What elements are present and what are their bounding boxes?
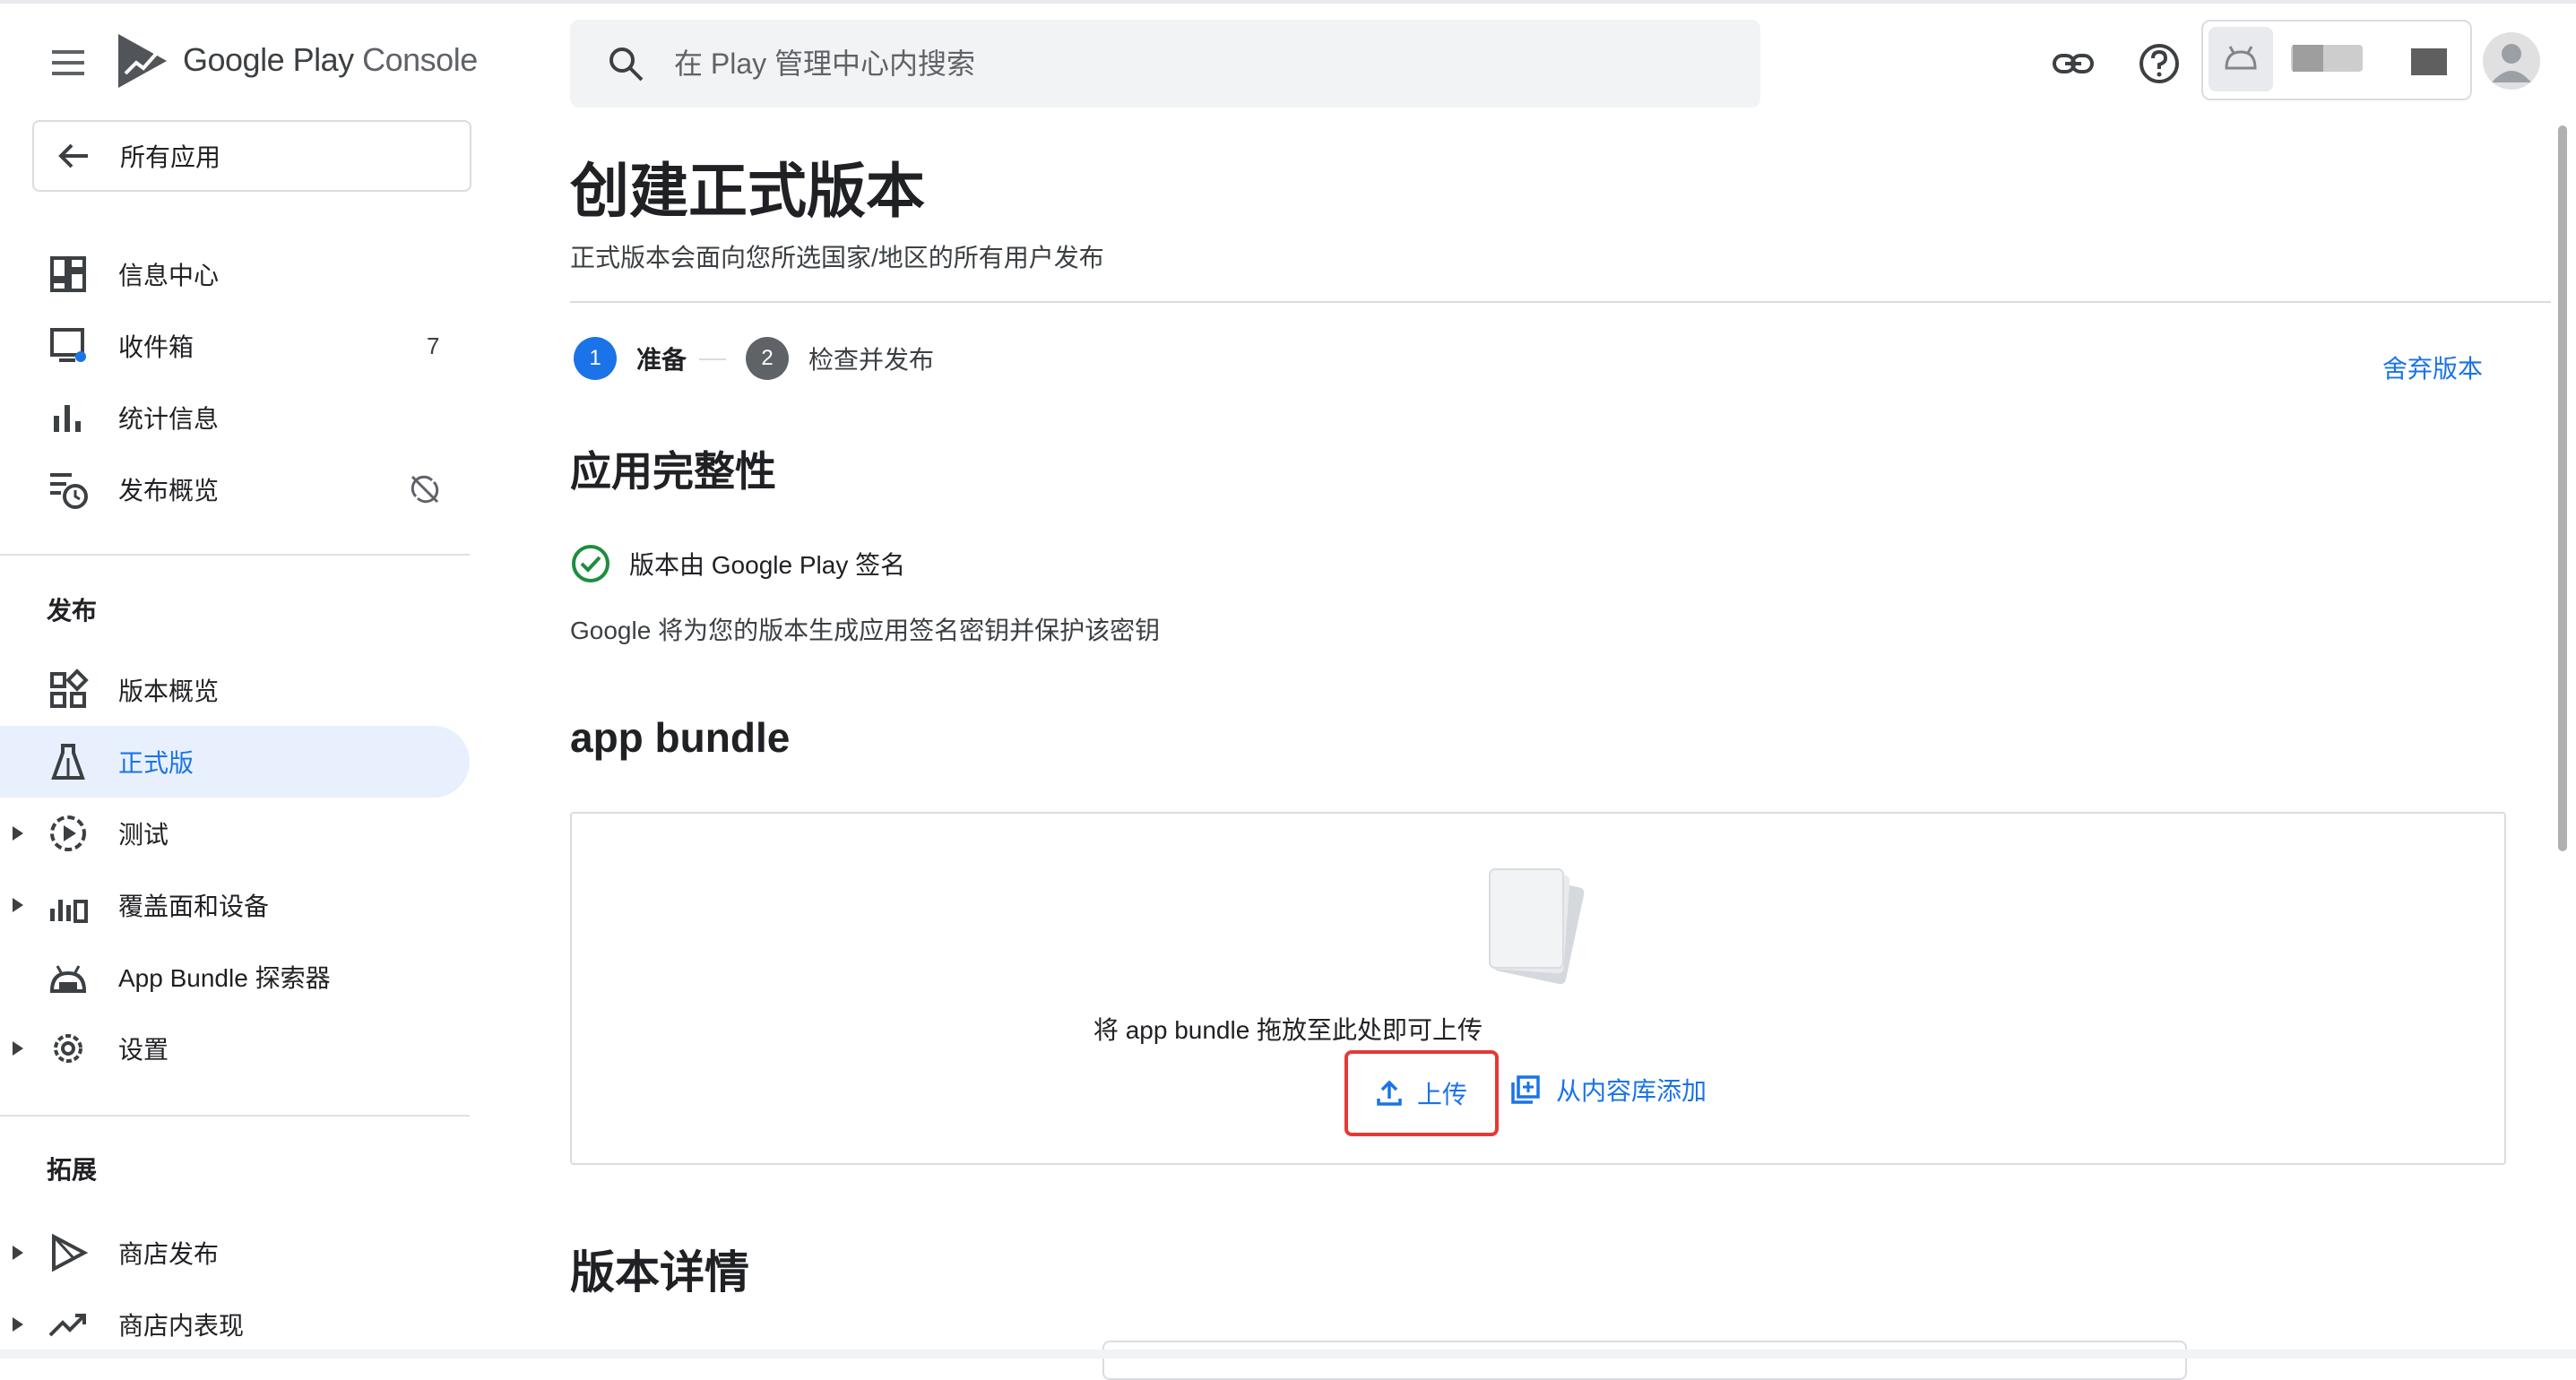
- sidebar-item-label: 商店内表现: [118, 1312, 245, 1340]
- caret-right-icon[interactable]: [11, 1244, 25, 1262]
- release-details-card: [1102, 1341, 2187, 1380]
- hamburger-menu-icon[interactable]: [47, 45, 90, 81]
- testing-play-icon: [50, 815, 86, 851]
- step-review-release[interactable]: 2 检查并发布: [746, 337, 934, 380]
- step-label: 准备: [636, 346, 687, 374]
- developer-account-switcher[interactable]: [2201, 20, 2472, 100]
- page-subtitle: 正式版本会面向您所选国家/地区的所有用户发布: [570, 244, 1104, 272]
- sidebar-item-label: 收件箱: [118, 333, 194, 361]
- app-bundle-heading: app bundle: [570, 714, 791, 761]
- sidebar-item-testing[interactable]: 测试: [0, 798, 470, 869]
- search-bar[interactable]: [570, 20, 1760, 108]
- devices-chart-icon: [50, 900, 88, 923]
- sidebar-item-store-presence[interactable]: 商店发布: [0, 1217, 470, 1289]
- sidebar-item-statistics[interactable]: 统计信息: [0, 382, 470, 453]
- signing-status: 版本由 Google Play 签名: [570, 543, 905, 584]
- android-app-icon: [2209, 27, 2273, 91]
- sidebar-item-app-bundle-explorer[interactable]: App Bundle 探索器: [0, 941, 470, 1013]
- app-integrity-heading: 应用完整性: [570, 448, 776, 495]
- add-from-library-label: 从内容库添加: [1556, 1077, 1707, 1105]
- step-connector: [699, 358, 726, 360]
- sidebar-item-inbox[interactable]: 收件箱 7: [0, 310, 470, 382]
- caret-right-icon[interactable]: [11, 1315, 25, 1333]
- step-number: 1: [574, 337, 617, 380]
- sync-disabled-icon: [411, 475, 439, 504]
- discard-release-link[interactable]: 舍弃版本: [2382, 349, 2483, 385]
- sidebar-item-label: 覆盖面和设备: [118, 893, 270, 920]
- all-apps-button[interactable]: 所有应用: [32, 120, 471, 192]
- sidebar-item-label: App Bundle 探索器: [118, 964, 331, 992]
- sidebar-item-label: 信息中心: [118, 262, 220, 289]
- sidebar-item-label: 测试: [118, 821, 169, 849]
- upload-button-label: 上传: [1416, 1081, 1467, 1108]
- schedule-list-icon: [50, 473, 88, 509]
- search-icon: [609, 47, 644, 82]
- top-border: [0, 0, 2576, 4]
- production-flask-icon: [51, 744, 85, 780]
- arrow-back-icon: [58, 143, 88, 168]
- title-divider: [570, 301, 2551, 303]
- sidebar-item-publishing-overview[interactable]: 发布概览: [0, 453, 470, 525]
- sidebar-item-label: 正式版: [118, 749, 194, 777]
- sidebar-divider: [0, 1115, 470, 1117]
- bottom-strip: [0, 1350, 2576, 1358]
- grid-add-icon: [50, 668, 89, 708]
- inbox-count-badge: 7: [427, 332, 440, 359]
- caret-right-icon[interactable]: [11, 824, 25, 842]
- sidebar-item-label: 统计信息: [118, 405, 220, 433]
- upload-button[interactable]: 上传: [1344, 1050, 1499, 1136]
- sidebar-item-label: 版本概览: [118, 677, 220, 705]
- play-store-icon: [52, 1233, 89, 1272]
- avatar-icon: [2492, 44, 2531, 82]
- sidebar-divider: [0, 554, 470, 556]
- caret-right-icon[interactable]: [11, 896, 25, 914]
- sidebar-item-label: 发布概览: [118, 477, 220, 505]
- sidebar-item-label: 商店发布: [118, 1240, 220, 1268]
- add-from-library-button[interactable]: 从内容库添加: [1509, 1072, 1707, 1108]
- page-title: 创建正式版本: [570, 158, 925, 224]
- sidebar-item-dashboard[interactable]: 信息中心: [0, 238, 470, 310]
- all-apps-label: 所有应用: [120, 143, 221, 171]
- section-title-grow: 拓展: [47, 1156, 98, 1184]
- sidebar-item-releases-overview[interactable]: 版本概览: [0, 654, 470, 726]
- step-number: 2: [746, 337, 789, 380]
- redacted-account-id: [2411, 48, 2447, 75]
- redacted-account-block: [2293, 45, 2323, 72]
- drop-instructions: 将 app bundle 拖放至此处即可上传: [1093, 1016, 1483, 1044]
- release-details-heading: 版本详情: [570, 1247, 749, 1298]
- signing-description: Google 将为您的版本生成应用签名密钥并保护该密钥: [570, 617, 1161, 644]
- dashboard-icon: [50, 256, 86, 292]
- document-stack-icon: [1489, 868, 1585, 985]
- app-logo-text: Google Play Console: [183, 41, 478, 78]
- trending-up-icon: [48, 1314, 86, 1337]
- bar-chart-icon: [54, 405, 81, 432]
- scrollbar[interactable]: [2558, 125, 2567, 851]
- help-icon[interactable]: [2137, 41, 2182, 86]
- upload-icon: [1377, 1080, 1402, 1106]
- sidebar-item-reach-devices[interactable]: 覆盖面和设备: [0, 869, 470, 941]
- search-input[interactable]: [672, 46, 1662, 82]
- step-prepare[interactable]: 1 准备: [574, 337, 687, 380]
- avatar[interactable]: [2483, 32, 2540, 90]
- section-title-release: 发布: [47, 597, 98, 625]
- library-add-icon: [1511, 1075, 1540, 1104]
- link-icon[interactable]: [2051, 41, 2096, 86]
- signing-status-label: 版本由 Google Play 签名: [629, 551, 906, 579]
- android-bundle-icon: [49, 965, 87, 993]
- inbox-icon: [50, 328, 86, 362]
- check-circle-icon: [572, 545, 609, 582]
- sidebar-item-production[interactable]: 正式版: [0, 726, 470, 798]
- step-label: 检查并发布: [808, 346, 935, 374]
- play-console-logo-icon: [118, 34, 167, 88]
